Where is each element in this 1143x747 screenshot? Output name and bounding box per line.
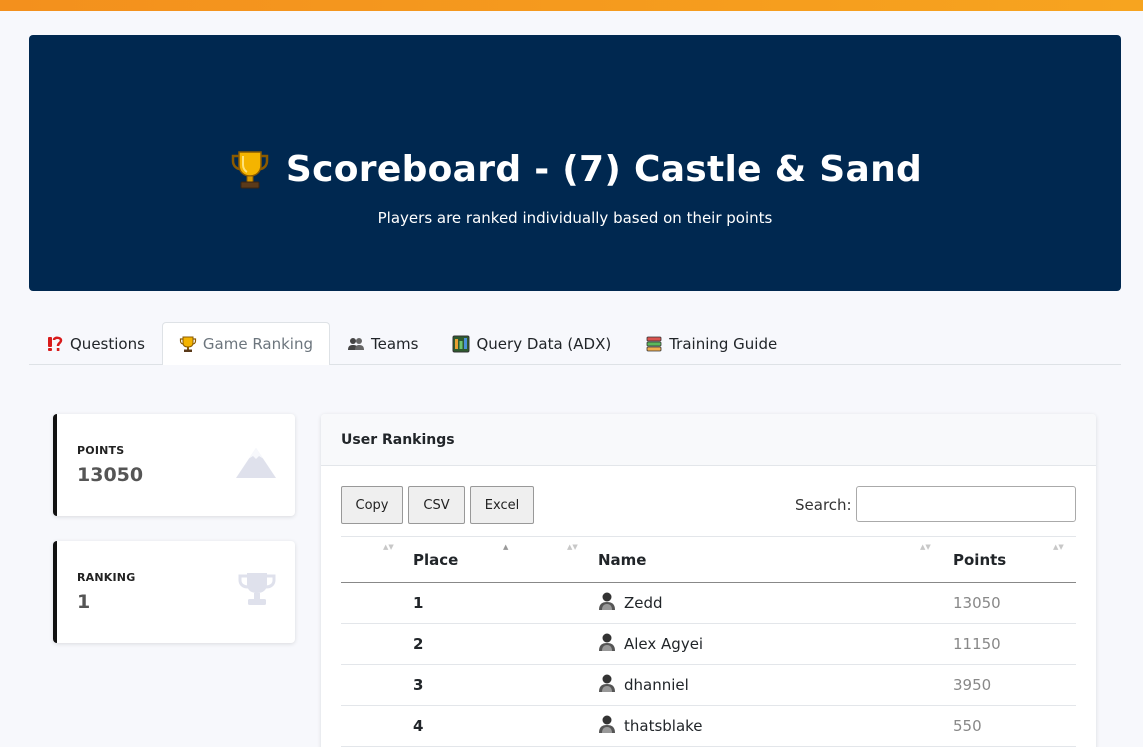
ranking-value: 1 [77, 591, 91, 613]
tab-questions-label: Questions [70, 334, 145, 353]
sort-icon: ▲▼ [920, 543, 931, 551]
panel-title: User Rankings [321, 414, 1096, 466]
table-row: 2 Alex Agyei 11150 [341, 623, 1076, 665]
sort-asc-icon: ▲ [503, 543, 509, 551]
user-name: thatsblake [624, 717, 703, 735]
sort-icon: ▲▼ [383, 543, 394, 551]
user-name: dhanniel [624, 676, 689, 694]
tab-bar: Questions Game Ranking Teams Query Data … [29, 322, 1121, 365]
column-header-points-label: Points [953, 550, 1007, 569]
excel-button[interactable]: Excel [470, 486, 534, 524]
ranking-card: RANKING 1 [53, 541, 295, 643]
book-icon [645, 335, 663, 353]
question-icon [46, 335, 64, 353]
sort-icon: ▲▼ [1053, 543, 1064, 551]
hero-banner: Scoreboard - (7) Castle & Sand Players a… [29, 35, 1121, 291]
tab-teams[interactable]: Teams [330, 322, 435, 364]
points-value: 13050 [77, 464, 144, 486]
points-cell: 11150 [953, 623, 1076, 665]
points-label: POINTS [77, 444, 125, 457]
trophy-icon [179, 335, 197, 353]
name-cell: Zedd [598, 582, 953, 624]
place-cell: 1 [413, 582, 598, 624]
tab-questions[interactable]: Questions [29, 322, 162, 364]
user-avatar-icon [598, 673, 616, 697]
search-input[interactable] [856, 486, 1076, 522]
column-header-points[interactable]: Points ▲▼ [953, 536, 1076, 583]
name-cell: thatsblake [598, 705, 953, 747]
place-cell: 3 [413, 664, 598, 706]
ranking-label: RANKING [77, 571, 136, 584]
page-subtitle: Players are ranked individually based on… [377, 209, 773, 227]
points-cell: 550 [953, 705, 1076, 747]
csv-button[interactable]: CSV [408, 486, 465, 524]
rankings-table: ▲▼ Place ▲ ▲▼ Name ▲▼ Points ▲▼ 1 Zedd 1… [341, 536, 1076, 747]
mountain-icon [235, 444, 277, 484]
points-cell: 3950 [953, 664, 1076, 706]
page-title-text: Scoreboard - (7) Castle & Sand [285, 148, 923, 190]
column-header-rank[interactable]: ▲▼ [341, 536, 413, 583]
place-cell: 4 [413, 705, 598, 747]
users-icon [347, 335, 365, 353]
trophy-icon [228, 147, 272, 191]
search-label: Search: [795, 496, 852, 514]
points-cell: 13050 [953, 582, 1076, 624]
sort-icon: ▲▼ [567, 543, 578, 551]
tab-query-data[interactable]: Query Data (ADX) [435, 322, 628, 364]
copy-button[interactable]: Copy [341, 486, 403, 524]
column-header-place[interactable]: Place ▲ ▲▼ [413, 536, 598, 583]
points-card: POINTS 13050 [53, 414, 295, 516]
tab-teams-label: Teams [371, 334, 419, 353]
column-header-name[interactable]: Name ▲▼ [598, 536, 953, 583]
tab-game-ranking-label: Game Ranking [202, 335, 314, 353]
tab-game-ranking[interactable]: Game Ranking [161, 322, 331, 365]
user-rankings-panel: User Rankings Copy CSV Excel Search: ▲▼ … [321, 414, 1096, 747]
table-row: 4 thatsblake 550 [341, 705, 1076, 747]
database-icon [452, 335, 470, 353]
name-cell: dhanniel [598, 664, 953, 706]
tab-training-guide[interactable]: Training Guide [628, 322, 794, 364]
trophy-icon [237, 571, 277, 611]
column-header-place-label: Place [413, 550, 459, 569]
table-row: 3 dhanniel 3950 [341, 664, 1076, 706]
table-row: 1 Zedd 13050 [341, 582, 1076, 624]
name-cell: Alex Agyei [598, 623, 953, 665]
user-avatar-icon [598, 714, 616, 738]
place-cell: 2 [413, 623, 598, 665]
user-name: Zedd [624, 594, 663, 612]
top-accent-bar [0, 0, 1143, 11]
tab-training-guide-label: Training Guide [669, 334, 778, 353]
user-avatar-icon [598, 591, 616, 615]
user-name: Alex Agyei [624, 635, 704, 653]
page-title: Scoreboard - (7) Castle & Sand [29, 147, 1121, 191]
user-avatar-icon [598, 632, 616, 656]
tab-query-data-label: Query Data (ADX) [476, 334, 612, 353]
column-header-name-label: Name [598, 550, 647, 569]
